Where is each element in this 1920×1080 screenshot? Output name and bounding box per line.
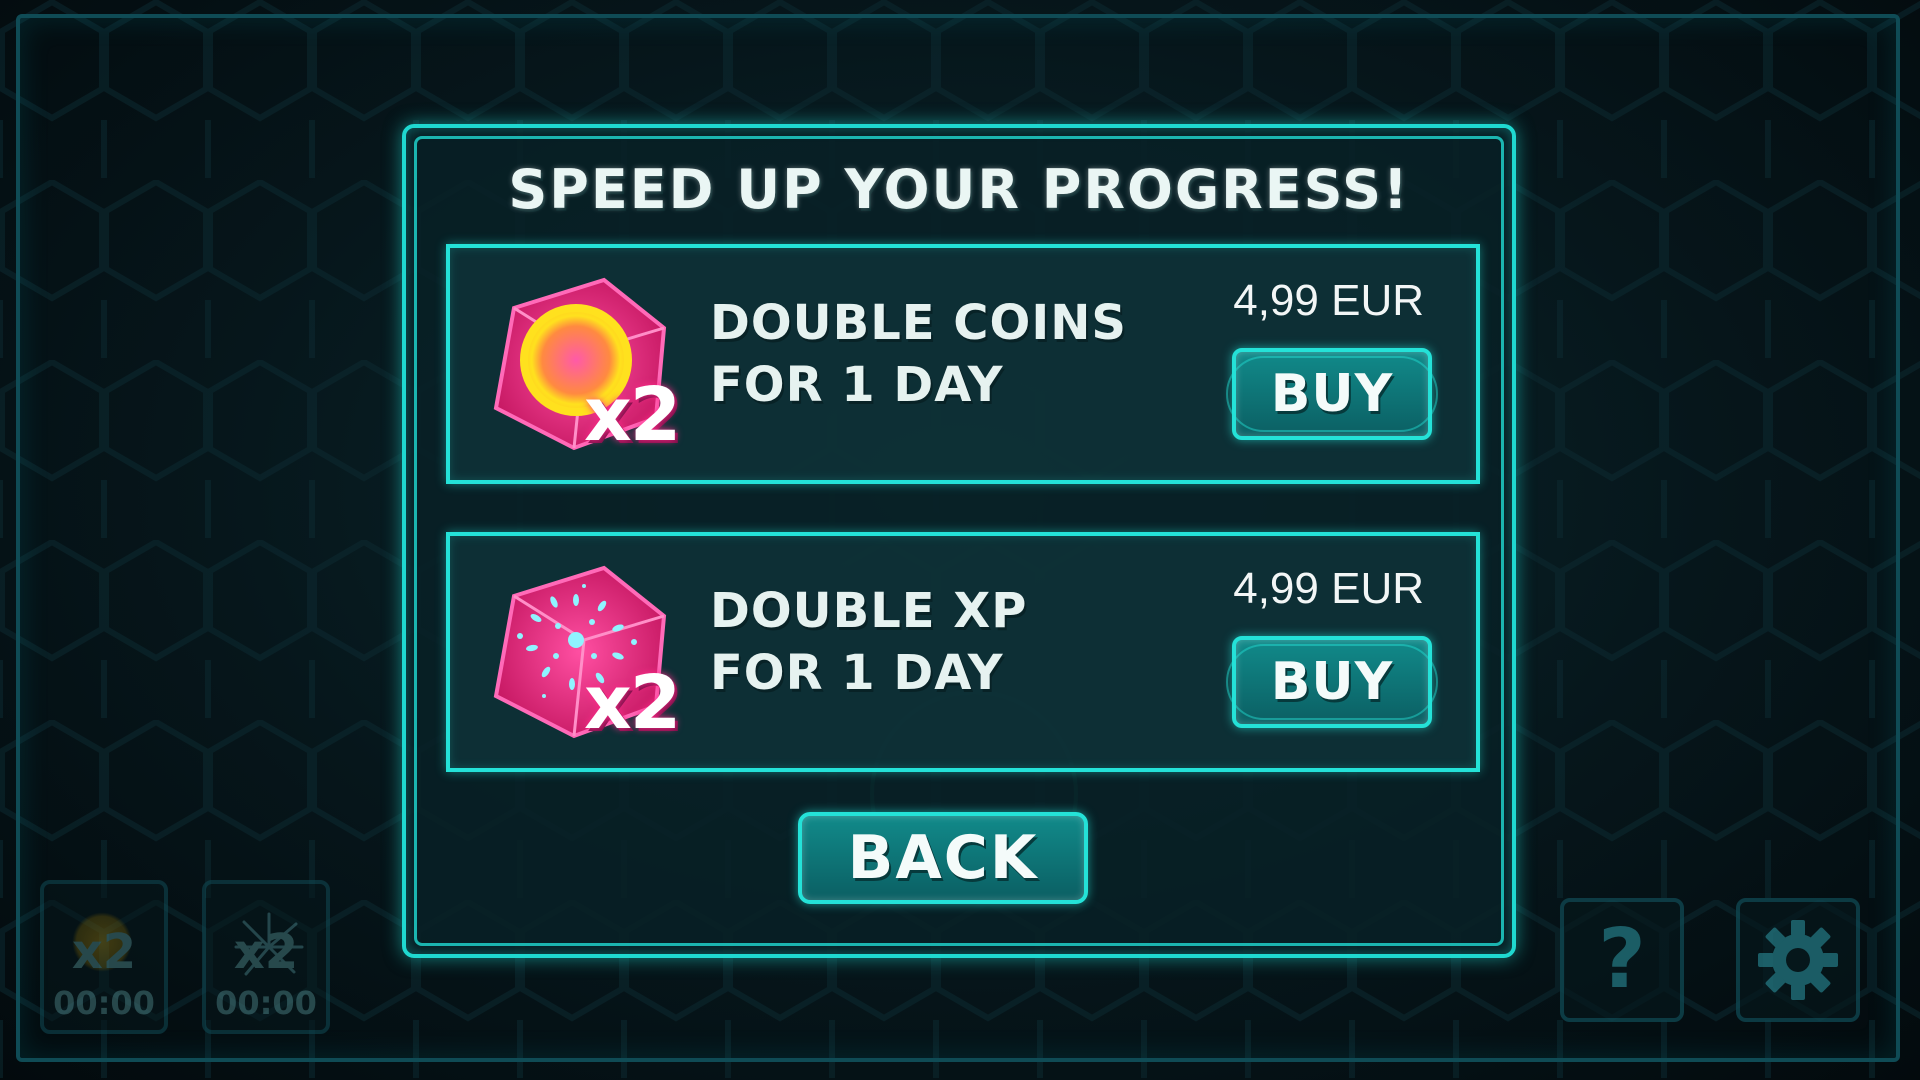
- coin-boost-timer: 00:00: [53, 984, 155, 1022]
- dialog-title: SPEED UP YOUR PROGRESS!: [508, 158, 1410, 221]
- xp-boost-tile: x2 00:00: [202, 880, 330, 1034]
- back-button[interactable]: BACK: [798, 812, 1088, 904]
- offer-multiplier: x2: [584, 372, 681, 458]
- help-button[interactable]: ?: [1560, 898, 1684, 1022]
- offer-description: DOUBLE COINS FOR 1 DAY: [710, 292, 1130, 416]
- offer-duration: FOR 1 DAY: [710, 645, 1004, 701]
- settings-button[interactable]: [1736, 898, 1860, 1022]
- buy-button-coins[interactable]: BUY: [1226, 348, 1438, 440]
- buy-button-xp[interactable]: BUY: [1226, 636, 1438, 728]
- game-screen: x2 00:00 x2 00:00 ? SPEED UP YOUR PROGRE…: [0, 0, 1920, 1080]
- gear-icon: [1758, 920, 1838, 1000]
- xp-cube-icon: x2: [484, 556, 684, 756]
- offer-double-coins: x2 DOUBLE COINS FOR 1 DAY 4,99 EUR BUY: [446, 244, 1480, 484]
- coin-boost-multiplier: x2: [71, 924, 137, 980]
- offer-name: DOUBLE XP: [710, 583, 1028, 639]
- buy-label: BUY: [1270, 364, 1394, 424]
- offer-double-xp: x2 DOUBLE XP FOR 1 DAY 4,99 EUR BUY: [446, 532, 1480, 772]
- xp-boost-timer: 00:00: [215, 984, 317, 1022]
- offer-price: 4,99 EUR: [1233, 564, 1424, 613]
- coin-boost-tile: x2 00:00: [40, 880, 168, 1034]
- buy-label: BUY: [1270, 652, 1394, 712]
- offer-multiplier: x2: [584, 660, 681, 746]
- offer-name: DOUBLE COINS: [710, 295, 1127, 351]
- back-label: BACK: [847, 823, 1039, 893]
- xp-boost-multiplier: x2: [233, 924, 299, 980]
- question-mark-icon: ?: [1598, 912, 1646, 1007]
- coin-cube-icon: x2: [484, 268, 684, 468]
- offer-duration: FOR 1 DAY: [710, 357, 1004, 413]
- offer-price: 4,99 EUR: [1233, 276, 1424, 325]
- purchase-dialog: SPEED UP YOUR PROGRESS! x2 DOUBLE COINS …: [402, 124, 1516, 958]
- offer-description: DOUBLE XP FOR 1 DAY: [710, 580, 1130, 704]
